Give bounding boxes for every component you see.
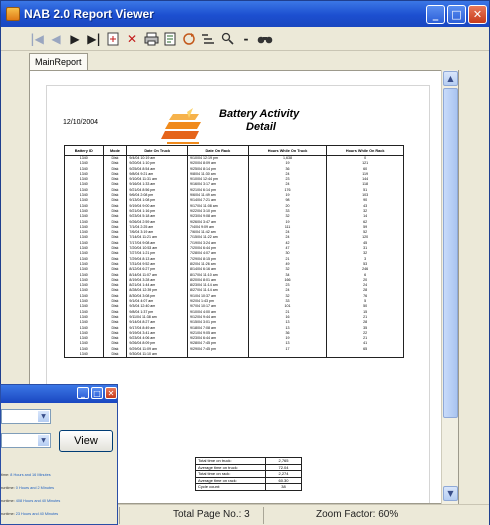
toolbar: |◀ ◀ ▶ ▶| ✕ - xyxy=(1,27,489,51)
secondary-title-bar[interactable]: _ □ ✕ xyxy=(1,385,117,403)
table-cell: 9/30/04 11:10 am xyxy=(126,351,189,359)
column-header: Hours While On Rack xyxy=(326,145,404,156)
print-icon[interactable] xyxy=(143,30,159,48)
runtime-label: runtime: xyxy=(1,499,15,503)
close-button[interactable]: ✕ xyxy=(468,4,487,24)
secondary-maximize-button[interactable]: □ xyxy=(91,387,103,399)
tab-strip: MainReport xyxy=(1,52,489,70)
export-icon[interactable] xyxy=(162,30,178,48)
battery-logo-icon xyxy=(161,108,201,144)
zoom-factor-label: Zoom Factor: 60% xyxy=(316,509,399,520)
runtime-line: runtime: 0 Hours and 2 Minutes xyxy=(1,486,54,490)
column-header: Date On Truck xyxy=(126,145,189,156)
column-header: Date On Rack xyxy=(187,145,249,156)
secondary-minimize-button[interactable]: _ xyxy=(77,387,89,399)
runtime-line: time: 8 Hours and 16 Minutes xyxy=(1,473,51,477)
refresh-icon[interactable] xyxy=(181,30,197,48)
zoom-icon[interactable] xyxy=(219,30,235,48)
last-page-button[interactable]: ▶| xyxy=(86,30,102,48)
table-cell xyxy=(326,351,404,359)
table-cell: Disk xyxy=(102,351,128,359)
runtime-line: runtime: 408 Hours and 40 Minutes xyxy=(1,499,60,503)
report-title-line2: Detail xyxy=(246,121,276,133)
runtime-label: runtime: xyxy=(1,512,15,516)
runtime-value: 8 Hours and 16 Minutes xyxy=(10,473,51,477)
table-cell: 1340 xyxy=(64,351,104,359)
secondary-close-button[interactable]: ✕ xyxy=(105,387,117,399)
scroll-thumb[interactable] xyxy=(443,88,458,418)
maximize-button[interactable]: □ xyxy=(447,4,466,24)
column-header: Hours While On Truck xyxy=(247,145,328,156)
chevron-down-icon: ▼ xyxy=(38,411,49,422)
runtime-label: time: xyxy=(1,473,10,477)
runtime-value: 23 Hours and 40 Minutes xyxy=(15,512,59,516)
runtime-value: 408 Hours and 40 Minutes xyxy=(15,499,61,503)
battery-activity-table: Battery ID Mode Date On Truck Date On Rack H… xyxy=(64,145,404,359)
tab-main-report[interactable]: MainReport xyxy=(29,53,88,70)
prev-page-button[interactable]: ◀ xyxy=(48,30,64,48)
table-row: 1340 Disk 9/30/04 11:10 am xyxy=(64,351,404,359)
first-page-button[interactable]: |◀ xyxy=(29,30,45,48)
minimize-button[interactable]: _ xyxy=(426,4,445,24)
filter-combo-1[interactable]: ▼ xyxy=(1,409,51,424)
title-bar[interactable]: NAB 2.0 Report Viewer _ □ ✕ xyxy=(1,1,489,27)
table-header-row: Battery ID Mode Date On Truck Date On Rack H… xyxy=(64,145,404,156)
column-header: Mode xyxy=(102,145,128,156)
table-cell xyxy=(187,351,249,359)
runtime-line: runtime: 23 Hours and 40 Minutes xyxy=(1,512,58,516)
report-date: 12/10/2004 xyxy=(63,119,99,126)
search-icon[interactable] xyxy=(257,30,273,48)
status-divider xyxy=(119,507,120,524)
summary-label: Cycle count: xyxy=(195,483,266,491)
summary-row: Cycle count: 38 xyxy=(195,483,302,491)
goto-page-icon[interactable] xyxy=(105,30,121,48)
zoom-dropdown[interactable]: - xyxy=(238,30,254,48)
view-button[interactable]: View xyxy=(59,430,113,452)
runtime-label: runtime: xyxy=(1,486,15,490)
total-pages-label: Total Page No.: 3 xyxy=(173,509,250,520)
status-divider xyxy=(263,507,264,524)
scroll-down-button[interactable]: ▼ xyxy=(443,486,458,501)
runtime-value: 0 Hours and 2 Minutes xyxy=(15,486,54,490)
vertical-scrollbar[interactable]: ▲ ▼ xyxy=(441,70,458,504)
app-icon xyxy=(6,7,20,21)
column-header: Battery ID xyxy=(64,145,104,156)
table-cell xyxy=(247,351,328,359)
window-title: NAB 2.0 Report Viewer xyxy=(24,7,154,21)
summary-table: Total time on truck: 2,765 Average time on… xyxy=(195,457,302,491)
close-report-button[interactable]: ✕ xyxy=(124,30,140,48)
group-tree-icon[interactable] xyxy=(200,30,216,48)
summary-value: 38 xyxy=(265,483,302,491)
report-title-line1: Battery Activity xyxy=(219,108,300,120)
secondary-window[interactable]: _ □ ✕ ▼ ▼ View time: 8 Hours and 16 Minu… xyxy=(0,384,118,525)
filter-combo-2[interactable]: ▼ xyxy=(1,433,51,448)
scroll-up-button[interactable]: ▲ xyxy=(443,71,458,86)
chevron-down-icon: ▼ xyxy=(38,435,49,446)
table-body: 1340 Disk 9/4/04 10:19 am 9/10/04 12:19 pm 1… xyxy=(64,155,404,359)
next-page-button[interactable]: ▶ xyxy=(67,30,83,48)
